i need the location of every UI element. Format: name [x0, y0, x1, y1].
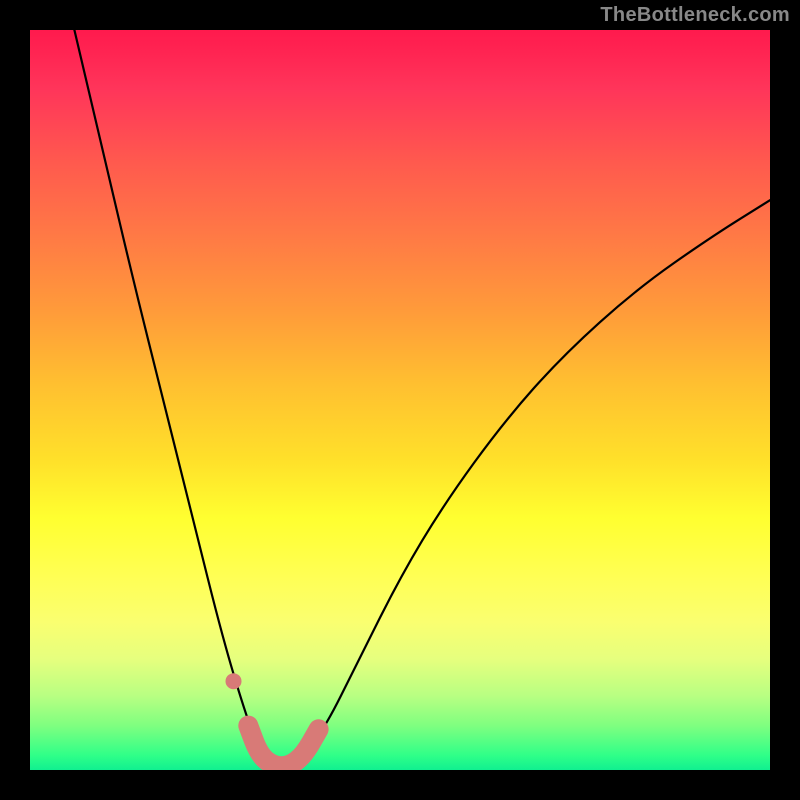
- watermark: TheBottleneck.com: [600, 4, 790, 27]
- curve-right-branch: [274, 200, 770, 766]
- chart-frame: TheBottleneck.com: [0, 0, 800, 800]
- lone-marker-dot: [226, 673, 242, 689]
- curve-left-branch: [74, 30, 274, 766]
- plot-area: [30, 30, 770, 770]
- curve-trough-highlight: [248, 726, 318, 767]
- bottleneck-curve: [30, 30, 770, 770]
